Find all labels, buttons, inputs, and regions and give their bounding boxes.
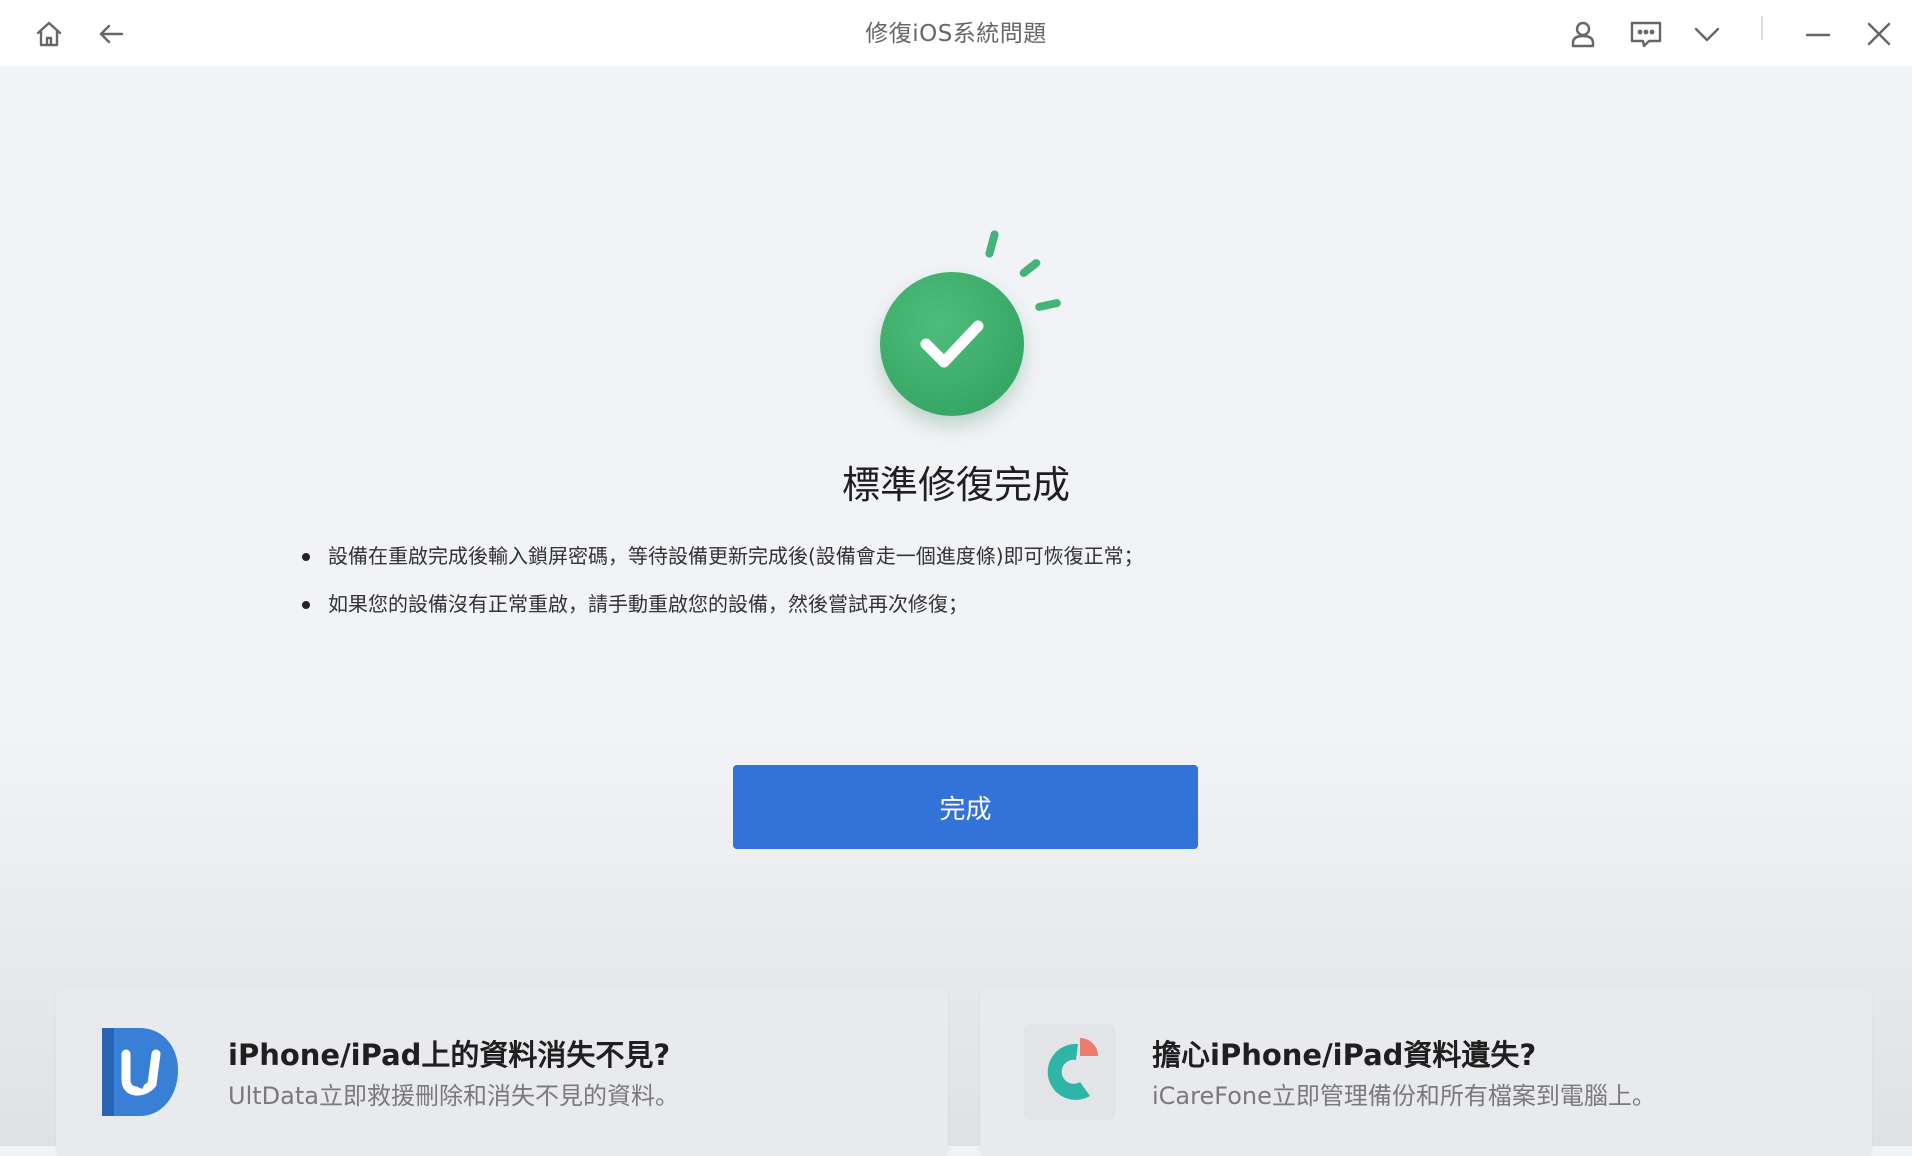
user-icon[interactable] [1561, 12, 1605, 56]
tip-item: 如果您的設備沒有正常重啟，請手動重啟您的設備，然後嘗試再次修復； [300, 584, 1600, 632]
title-bar: 修復iOS系統問題 [0, 0, 1912, 66]
sparkle-ray [1018, 257, 1042, 279]
feedback-icon[interactable] [1624, 12, 1668, 56]
close-icon[interactable] [1857, 12, 1901, 56]
success-check-icon [880, 272, 1024, 416]
promo-title: 擔心iPhone/iPad資料遺失? [1152, 1038, 1537, 1072]
titlebar-divider [1761, 16, 1763, 40]
sparkle-ray [984, 229, 1000, 259]
chevron-down-icon[interactable] [1685, 12, 1729, 56]
ultdata-logo-icon [100, 1024, 180, 1120]
done-button[interactable]: 完成 [733, 765, 1198, 849]
promo-card-ultdata[interactable]: iPhone/iPad上的資料消失不見? UltData立即救援刪除和消失不見的… [56, 988, 948, 1156]
sparkle-ray [1034, 298, 1062, 312]
promo-card-icarefone[interactable]: 擔心iPhone/iPad資料遺失? iCareFone立即管理備份和所有檔案到… [980, 988, 1872, 1156]
success-badge [860, 222, 1080, 422]
promo-subtitle: iCareFone立即管理備份和所有檔案到電腦上。 [1152, 1082, 1656, 1110]
promo-title: iPhone/iPad上的資料消失不見? [228, 1038, 671, 1072]
tip-item: 設備在重啟完成後輸入鎖屏密碼，等待設備更新完成後(設備會走一個進度條)即可恢復正… [300, 536, 1600, 584]
promo-subtitle: UltData立即救援刪除和消失不見的資料。 [228, 1082, 679, 1110]
minimize-icon[interactable] [1796, 12, 1840, 56]
result-title: 標準修復完成 [841, 463, 1070, 507]
main-content: 標準修復完成 設備在重啟完成後輸入鎖屏密碼，等待設備更新完成後(設備會走一個進度… [0, 66, 1912, 1156]
icarefone-logo-icon [1024, 1024, 1116, 1120]
tips-list: 設備在重啟完成後輸入鎖屏密碼，等待設備更新完成後(設備會走一個進度條)即可恢復正… [300, 536, 1600, 632]
